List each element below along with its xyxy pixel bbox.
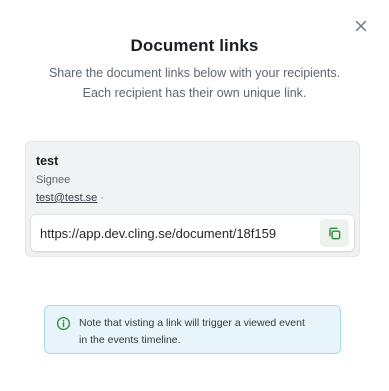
info-notice: Note that visting a link will trigger a …	[44, 305, 341, 354]
dialog-title: Document links	[130, 36, 259, 55]
copy-icon	[329, 227, 341, 239]
info-notice-line-1: Note that visting a link will trigger a …	[79, 317, 305, 329]
recipient-name: test	[36, 154, 59, 168]
recipient-email-link[interactable]: test@test.se	[36, 192, 97, 204]
dialog-subtitle-line-2: Each recipient has their own unique link…	[82, 86, 307, 100]
dialog-subtitle: Share the document links below with your…	[0, 63, 389, 103]
document-links-dialog: Document links Share the document links …	[0, 0, 389, 391]
dialog-subtitle-line-1: Share the document links below with your…	[48, 66, 341, 80]
recipient-card: test Signee test@test.se · https://app.d…	[25, 141, 360, 257]
document-link-field[interactable]: https://app.dev.cling.se/document/18f159	[31, 215, 354, 251]
recipient-email-line: test@test.se ·	[36, 192, 104, 204]
recipient-role: Signee	[36, 174, 71, 186]
copy-link-button[interactable]	[320, 219, 349, 247]
close-button[interactable]	[353, 18, 369, 34]
recipient-email-separator: ·	[100, 192, 105, 204]
document-link-text[interactable]: https://app.dev.cling.se/document/18f159	[40, 226, 304, 241]
info-icon	[56, 316, 71, 331]
info-notice-line-2: in the events timeline.	[79, 334, 181, 346]
close-icon	[355, 20, 367, 32]
info-notice-text: Note that visting a link will trigger a …	[79, 315, 335, 349]
